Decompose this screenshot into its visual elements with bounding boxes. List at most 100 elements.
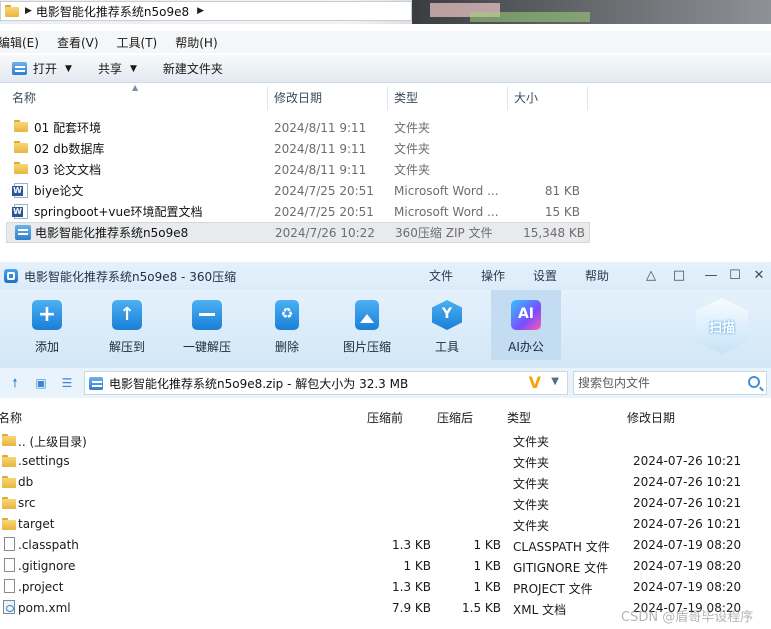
archive-search[interactable] <box>573 371 767 395</box>
column-header-size[interactable]: 大小 <box>508 86 588 110</box>
tools-icon <box>432 300 462 330</box>
archive-row[interactable]: .project 1.3 KB 1 KB PROJECT 文件 2024-07-… <box>0 576 771 597</box>
archive-item-size-after: 1 KB <box>473 538 501 552</box>
archive-row[interactable]: src 文件夹 2024-07-26 10:21 <box>0 492 771 513</box>
archive-search-input[interactable] <box>574 376 734 390</box>
file-type: 文件夹 <box>394 121 431 135</box>
file-row-selected[interactable]: 电影智能化推荐系统n5o9e8 2024/7/26 10:22 360压缩 ZI… <box>6 222 590 243</box>
extract-to-button[interactable]: 解压到 <box>92 290 162 360</box>
file-row[interactable]: 02 db数据库 2024/8/11 9:11 文件夹 <box>0 138 590 159</box>
tools-label: 工具 <box>434 340 459 354</box>
archive-item-type: 文件夹 <box>513 435 550 449</box>
zip-column-headers: 名称 压缩前 压缩后 类型 修改日期 <box>0 404 771 428</box>
extract-to-label: 解压到 <box>108 340 145 354</box>
file-name: biye论文 <box>34 184 84 198</box>
file-row[interactable]: 01 配套环境 2024/8/11 9:11 文件夹 <box>0 117 590 138</box>
folder-icon <box>2 476 16 488</box>
scan-button[interactable]: 扫描 <box>696 298 748 354</box>
tools-button[interactable]: 工具 <box>412 290 482 360</box>
image-compress-label: 图片压缩 <box>342 340 391 354</box>
thumbnail-view-icon[interactable]: ▣ <box>34 376 48 390</box>
zip-file-list: .. (上级目录) 文件夹 .settings 文件夹 2024-07-26 1… <box>0 429 771 618</box>
column-header-type[interactable]: 类型 <box>388 86 508 110</box>
zip-menu-file[interactable]: 文件 <box>429 262 453 290</box>
archive-item-name: .classpath <box>18 538 79 552</box>
archive-row[interactable]: .gitignore 1 KB 1 KB GITIGNORE 文件 2024-0… <box>0 555 771 576</box>
chevron-right-icon[interactable]: ▶ <box>197 6 204 16</box>
file-date: 2024/8/11 9:11 <box>274 141 367 156</box>
folder-icon <box>14 120 28 132</box>
close-icon[interactable]: ✕ <box>751 268 767 284</box>
breadcrumb[interactable]: ▶ 电影智能化推荐系统n5o9e8 ▶ <box>0 1 412 21</box>
archive-item-name: src <box>18 496 36 510</box>
archive-item-type: 文件夹 <box>513 477 550 491</box>
column-header-date[interactable]: 修改日期 <box>268 86 388 110</box>
obscured-region <box>470 12 590 22</box>
zip-menu-operate[interactable]: 操作 <box>481 262 505 290</box>
menu-help[interactable]: 帮助(H) <box>175 34 217 51</box>
archive-row[interactable]: db 文件夹 2024-07-26 10:21 <box>0 471 771 492</box>
file-row[interactable]: springboot+vue环境配置文档 2024/7/25 20:51 Mic… <box>0 201 590 222</box>
list-view-icon[interactable]: ☰ <box>60 376 74 390</box>
feedback-icon[interactable]: □ <box>671 268 687 284</box>
column-header-compressed-after[interactable]: 压缩后 <box>437 409 473 426</box>
zip-menu-settings[interactable]: 设置 <box>533 262 557 290</box>
ai-office-label: AI办公 <box>508 340 544 354</box>
word-icon <box>12 183 28 198</box>
chevron-down-icon: ▼ <box>65 63 72 74</box>
archive-row[interactable]: target 文件夹 2024-07-26 10:21 <box>0 513 771 534</box>
menu-view[interactable]: 查看(V) <box>57 34 99 51</box>
zip-window-title: 电影智能化推荐系统n5o9e8 - 360压缩 <box>24 269 237 284</box>
archive-row[interactable]: .settings 文件夹 2024-07-26 10:21 <box>0 450 771 471</box>
new-folder-label: 新建文件夹 <box>162 62 223 76</box>
open-button[interactable]: 打开 ▼ <box>4 58 80 80</box>
one-key-extract-button[interactable]: 一键解压 <box>172 290 242 360</box>
column-header-name[interactable]: 名称 <box>0 409 22 426</box>
file-row[interactable]: biye论文 2024/7/25 20:51 Microsoft Word ..… <box>0 180 590 201</box>
up-arrow-icon[interactable]: 🠕 <box>8 376 22 390</box>
search-icon[interactable] <box>748 376 760 388</box>
archive-item-name: .project <box>18 580 64 594</box>
skin-shirt-icon[interactable]: △ <box>643 268 659 284</box>
breadcrumb-item[interactable]: 电影智能化推荐系统n5o9e8 <box>36 3 189 20</box>
chevron-down-icon[interactable]: ▼ <box>551 376 559 387</box>
one-key-extract-label: 一键解压 <box>182 340 231 354</box>
archive-item-size-after: 1.5 KB <box>462 601 501 615</box>
column-header-compressed-before[interactable]: 压缩前 <box>367 409 403 426</box>
file-size: 81 KB <box>544 183 580 198</box>
archive-path-field[interactable]: 电影智能化推荐系统n5o9e8.zip - 解包大小为 32.3 MB V ▼ <box>84 371 568 395</box>
explorer-file-list: 01 配套环境 2024/8/11 9:11 文件夹 02 db数据库 2024… <box>0 117 590 243</box>
file-size: 15,348 KB <box>523 225 585 240</box>
add-button[interactable]: 添加 <box>12 290 82 360</box>
archive-row[interactable]: .classpath 1.3 KB 1 KB CLASSPATH 文件 2024… <box>0 534 771 555</box>
file-type: Microsoft Word ... <box>394 204 499 219</box>
archive-item-name: .settings <box>18 454 70 468</box>
file-row[interactable]: 03 论文文档 2024/8/11 9:11 文件夹 <box>0 159 590 180</box>
maximize-icon[interactable]: ☐ <box>727 268 743 284</box>
new-folder-button[interactable]: 新建文件夹 <box>155 58 231 80</box>
explorer-column-headers: ▲ 名称 修改日期 类型 大小 <box>0 83 588 110</box>
sort-up-icon: ▲ <box>132 83 139 92</box>
chevron-right-icon[interactable]: ▶ <box>25 6 32 16</box>
delete-button[interactable]: 删除 <box>252 290 322 360</box>
archive-item-size-before: 1.3 KB <box>392 580 431 594</box>
archive-item-date: 2024-07-26 10:21 <box>633 475 742 489</box>
open-label: 打开 <box>33 62 58 76</box>
zip-menu-help[interactable]: 帮助 <box>585 262 609 290</box>
column-header-date[interactable]: 修改日期 <box>627 409 675 426</box>
minimize-icon[interactable]: — <box>703 268 719 284</box>
zip-title-bar: 电影智能化推荐系统n5o9e8 - 360压缩 文件 操作 设置 帮助 △ □ … <box>0 262 771 290</box>
column-header-type[interactable]: 类型 <box>507 409 531 426</box>
file-type: 文件夹 <box>394 142 431 156</box>
image-compress-button[interactable]: 图片压缩 <box>332 290 402 360</box>
v-logo-icon[interactable]: V <box>529 373 541 392</box>
menu-tools[interactable]: 工具(T) <box>117 34 158 51</box>
archive-path-text: 电影智能化推荐系统n5o9e8.zip - 解包大小为 32.3 MB <box>109 376 409 391</box>
folder-icon <box>2 434 16 446</box>
ai-office-button[interactable]: AI办公 <box>491 290 561 360</box>
file-size: 15 KB <box>544 204 580 219</box>
column-header-name[interactable]: ▲ 名称 <box>0 83 268 110</box>
menu-edit[interactable]: 编辑(E) <box>0 34 39 51</box>
archive-item-date: 2024-07-19 08:20 <box>633 580 742 594</box>
archive-row[interactable]: .. (上级目录) 文件夹 <box>0 429 771 450</box>
